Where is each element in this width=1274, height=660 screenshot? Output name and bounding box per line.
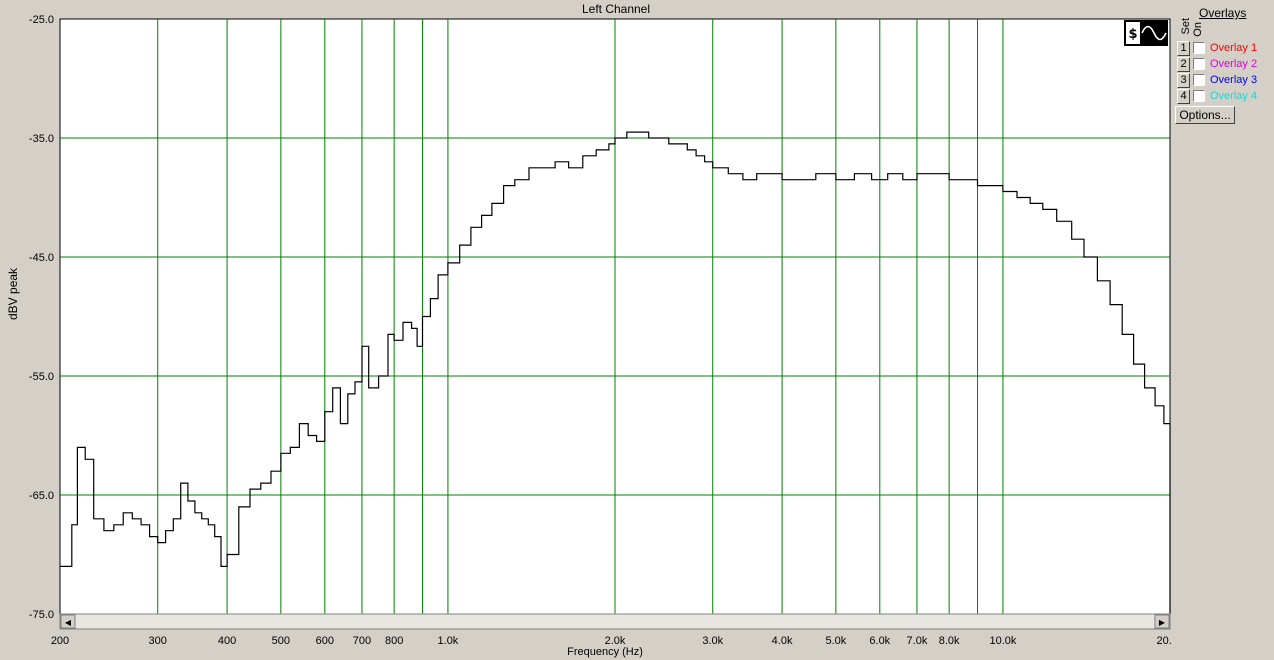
overlay-row-3: 3 Overlay 3 (1177, 73, 1274, 88)
overlay-row-1: 1 Overlay 1 (1177, 41, 1274, 56)
y-tick-label: -55.0 (29, 371, 54, 383)
y-tick-label: -35.0 (29, 133, 54, 145)
overlay-set-button-4[interactable]: 4 (1177, 89, 1190, 104)
scope-mode-icon[interactable]: $ (1124, 20, 1168, 46)
y-tick-label: -25.0 (29, 14, 54, 26)
options-button[interactable]: Options... (1175, 106, 1235, 124)
overlay-label-3: Overlay 3 (1210, 74, 1258, 86)
set-column-label: Set (1180, 18, 1192, 35)
x-axis-label: Frequency (Hz) (0, 646, 1274, 658)
scroll-left-icon: ◀ (65, 618, 72, 627)
overlay-checkbox-3[interactable] (1193, 74, 1205, 86)
overlay-label-1: Overlay 1 (1210, 42, 1258, 54)
overlay-panel: Overlays Set On 1 Overlay 1 2 Overlay 2 … (1172, 0, 1274, 660)
on-column-label: On (1192, 22, 1204, 37)
overlay-row-2: 2 Overlay 2 (1177, 57, 1274, 72)
overlay-row-4: 4 Overlay 4 (1177, 89, 1274, 104)
y-axis-label: dBV peak (6, 267, 20, 320)
overlay-set-button-2[interactable]: 2 (1177, 57, 1190, 72)
y-tick-label: -65.0 (29, 490, 54, 502)
y-tick-label: -45.0 (29, 252, 54, 264)
overlay-checkbox-2[interactable] (1193, 58, 1205, 70)
overlay-checkbox-1[interactable] (1193, 42, 1205, 54)
overlay-set-button-3[interactable]: 3 (1177, 73, 1190, 88)
overlay-checkbox-4[interactable] (1193, 90, 1205, 102)
overlay-set-button-1[interactable]: 1 (1177, 41, 1190, 56)
y-tick-labels: -25.0 -35.0 -45.0 -55.0 -65.0 -75.0 (29, 14, 54, 621)
svg-text:$: $ (1128, 27, 1137, 42)
chart-frame: Left Channel -25.0 -35.0 -45.0 -55.0 -65.0 -7… (0, 0, 1172, 660)
x-axis-label-text: Frequency (Hz) (567, 646, 643, 658)
overlay-label-2: Overlay 2 (1210, 58, 1258, 70)
y-tick-label: -75.0 (29, 609, 54, 621)
spectrum-chart[interactable]: -25.0-35.0-45.0-55.0-65.0-75.0 200 300 400… (0, 0, 1172, 660)
overlay-label-4: Overlay 4 (1210, 90, 1258, 102)
horizontal-scrollbar[interactable]: ◀ ▶ (59, 613, 1171, 630)
scroll-right-icon: ▶ (1159, 618, 1166, 627)
overlays-title: Overlays (1199, 6, 1247, 20)
